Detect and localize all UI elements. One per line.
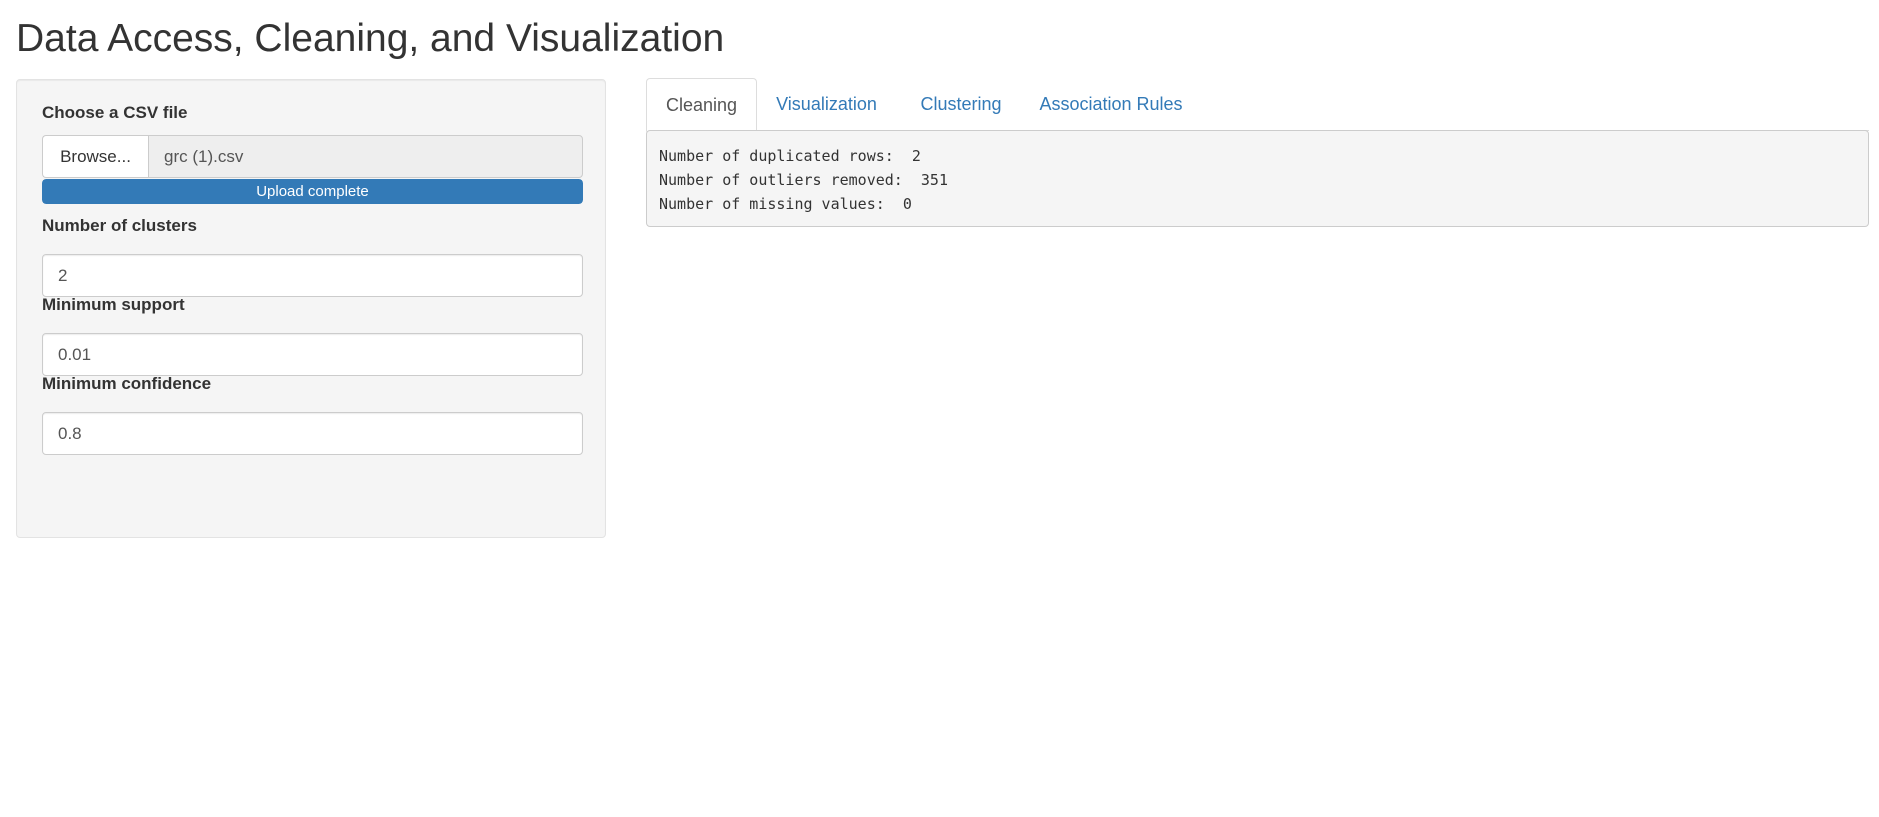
cleaning-output: Number of duplicated rows: 2 Number of ou… (646, 130, 1869, 227)
min-support-input[interactable] (42, 333, 583, 376)
file-name-field: grc (1).csv (148, 135, 583, 178)
tab-cleaning[interactable]: Cleaning (646, 78, 757, 132)
file-input-group: Browse... grc (1).csv (42, 135, 583, 178)
upload-progress-fill: Upload complete (42, 179, 583, 204)
tab-association-rules[interactable]: Association Rules (1026, 78, 1196, 131)
min-confidence-input[interactable] (42, 412, 583, 455)
tab-visualization[interactable]: Visualization (757, 78, 896, 131)
clusters-label: Number of clusters (42, 216, 197, 235)
tab-bar: Cleaning Visualization Clustering Associ… (646, 78, 1869, 132)
file-input-label: Choose a CSV file (42, 103, 188, 122)
min-support-label: Minimum support (42, 295, 185, 314)
tab-clustering[interactable]: Clustering (896, 78, 1026, 131)
clusters-input[interactable] (42, 254, 583, 297)
page-title: Data Access, Cleaning, and Visualization (16, 17, 725, 60)
browse-button[interactable]: Browse... (42, 135, 148, 178)
app-page: Data Access, Cleaning, and Visualization… (0, 0, 1879, 817)
missing-values-line: Number of missing values: 0 (659, 195, 912, 213)
min-confidence-label: Minimum confidence (42, 374, 212, 393)
duplicated-rows-line: Number of duplicated rows: 2 (659, 147, 921, 165)
upload-progress-bar: Upload complete (42, 179, 583, 204)
sidebar-panel: Choose a CSV file Browse... grc (1).csv … (16, 79, 606, 538)
outliers-removed-line: Number of outliers removed: 351 (659, 171, 948, 189)
